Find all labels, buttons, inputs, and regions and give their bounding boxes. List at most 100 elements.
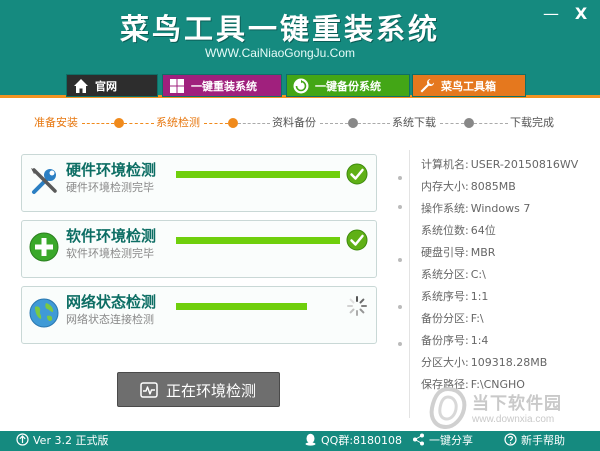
info-computer-name: 计算机名: USER-20150816WV <box>421 156 578 172</box>
windows-icon <box>170 79 184 93</box>
step-dot-pending <box>464 118 474 128</box>
share-label: 一键分享 <box>429 434 473 447</box>
step-download-complete: 下载完成 <box>510 116 554 129</box>
info-key: 计算机名: <box>421 158 469 171</box>
software-check-status: 软件环境检测完毕 <box>66 247 154 260</box>
network-check-title: 网络状态检测 <box>66 293 157 311</box>
info-backup-partition: 备份分区: F:\ <box>421 310 484 326</box>
info-key: 分区大小: <box>421 356 469 369</box>
info-memory: 内存大小: 8085MB <box>421 178 516 194</box>
step-connector <box>238 123 270 124</box>
info-value: MBR <box>470 246 496 259</box>
info-value: 1:1 <box>470 290 489 303</box>
step-dot-done <box>114 118 124 128</box>
share-icon <box>413 433 424 446</box>
share-button[interactable]: 一键分享 <box>412 433 473 449</box>
version-info: Ver 3.2 正式版 <box>16 433 108 449</box>
info-value: C:\ <box>470 268 486 281</box>
watermark-logo-icon <box>429 387 467 429</box>
help-icon <box>504 433 517 446</box>
minimize-button[interactable]: — <box>540 4 562 24</box>
close-button[interactable]: X <box>570 4 592 24</box>
qq-icon <box>305 433 316 446</box>
divider-dot <box>398 305 402 309</box>
hardware-check-status: 硬件环境检测完毕 <box>66 181 154 194</box>
info-value: Windows 7 <box>470 202 531 215</box>
check-icon <box>346 163 368 185</box>
info-value: 8085MB <box>470 180 516 193</box>
detecting-button-label: 正在环境检测 <box>166 382 257 400</box>
detecting-button[interactable]: 正在环境检测 <box>117 372 280 407</box>
hardware-progress-bar <box>176 171 340 178</box>
loading-spinner-icon <box>347 296 367 316</box>
hardware-check-panel: 硬件环境检测 硬件环境检测完毕 <box>21 154 377 212</box>
hardware-check-title: 硬件环境检测 <box>66 161 157 179</box>
info-backup-index: 备份序号: 1:4 <box>421 332 488 348</box>
watermark-text: 当下软件园 <box>472 394 562 414</box>
status-bar: Ver 3.2 正式版 QQ群:8180108 一键分享 新手帮助 <box>0 431 600 451</box>
tab-home-label: 官网 <box>95 80 117 93</box>
divider-dot <box>398 176 402 180</box>
step-dot-active <box>228 118 238 128</box>
info-key: 操作系统: <box>421 202 469 215</box>
info-bits: 系统位数: 64位 <box>421 222 496 238</box>
info-value: 64位 <box>470 224 496 237</box>
step-data-backup: 资料备份 <box>272 116 316 129</box>
divider-dot <box>398 205 402 209</box>
qq-group-link[interactable]: QQ群:8180108 <box>304 433 402 449</box>
tab-toolbox-label: 菜鸟工具箱 <box>441 80 496 93</box>
monitor-icon <box>140 382 158 398</box>
info-system-partition: 系统分区: C:\ <box>421 266 486 282</box>
site-url: WWW.CaiNiaoGongJu.Com <box>204 46 356 60</box>
tab-backup[interactable]: 一键备份系统 <box>286 74 410 97</box>
info-key: 备份分区: <box>421 312 469 325</box>
watermark: 当下软件园 www.downxia.com <box>428 387 598 431</box>
help-button[interactable]: 新手帮助 <box>504 433 565 449</box>
info-value: USER-20150816WV <box>470 158 579 171</box>
network-check-status: 网络状态连接检测 <box>66 313 154 326</box>
tools-icon <box>31 168 57 194</box>
info-key: 系统分区: <box>421 268 469 281</box>
help-label: 新手帮助 <box>521 434 565 447</box>
network-check-panel: 网络状态检测 网络状态连接检测 <box>21 286 377 344</box>
plus-icon <box>29 232 59 262</box>
software-check-title: 软件环境检测 <box>66 227 157 245</box>
info-boot: 硬盘引导: MBR <box>421 244 495 260</box>
step-connector <box>124 123 154 124</box>
step-prepare: 准备安装 <box>34 116 78 129</box>
software-check-panel: 软件环境检测 软件环境检测完毕 <box>21 220 377 278</box>
tab-toolbox[interactable]: 菜鸟工具箱 <box>412 74 526 97</box>
progress-fill <box>176 171 340 178</box>
backup-icon <box>293 78 309 94</box>
title-bar: 菜鸟工具一键重装系统 WWW.CaiNiaoGongJu.Com — X <box>0 0 600 72</box>
app-title: 菜鸟工具一键重装系统 <box>119 12 440 46</box>
software-progress-bar <box>176 237 340 244</box>
step-connector <box>474 123 508 124</box>
info-value: F:\ <box>470 312 484 325</box>
wrench-icon <box>420 79 434 93</box>
info-key: 内存大小: <box>421 180 469 193</box>
info-key: 备份序号: <box>421 334 469 347</box>
info-value: 109318.28MB <box>470 356 548 369</box>
step-connector <box>358 123 390 124</box>
network-progress-bar <box>176 303 340 310</box>
progress-fill <box>176 237 340 244</box>
step-system-check: 系统检测 <box>156 116 200 129</box>
divider-dot <box>398 258 402 262</box>
tab-reinstall[interactable]: 一键重装系统 <box>162 74 282 97</box>
vertical-divider <box>409 150 410 418</box>
divider-dot <box>398 342 402 346</box>
step-connector <box>320 123 348 124</box>
step-dot-pending <box>348 118 358 128</box>
home-icon <box>74 79 88 93</box>
qq-group-label: QQ群:8180108 <box>321 434 403 447</box>
step-connector <box>440 123 464 124</box>
check-icon <box>346 229 368 251</box>
tab-home[interactable]: 官网 <box>66 74 158 97</box>
globe-icon <box>29 298 59 328</box>
upload-icon <box>16 433 29 446</box>
step-connector <box>82 123 114 124</box>
info-partition-size: 分区大小: 109318.28MB <box>421 354 547 370</box>
info-system-index: 系统序号: 1:1 <box>421 288 488 304</box>
info-os: 操作系统: Windows 7 <box>421 200 530 216</box>
